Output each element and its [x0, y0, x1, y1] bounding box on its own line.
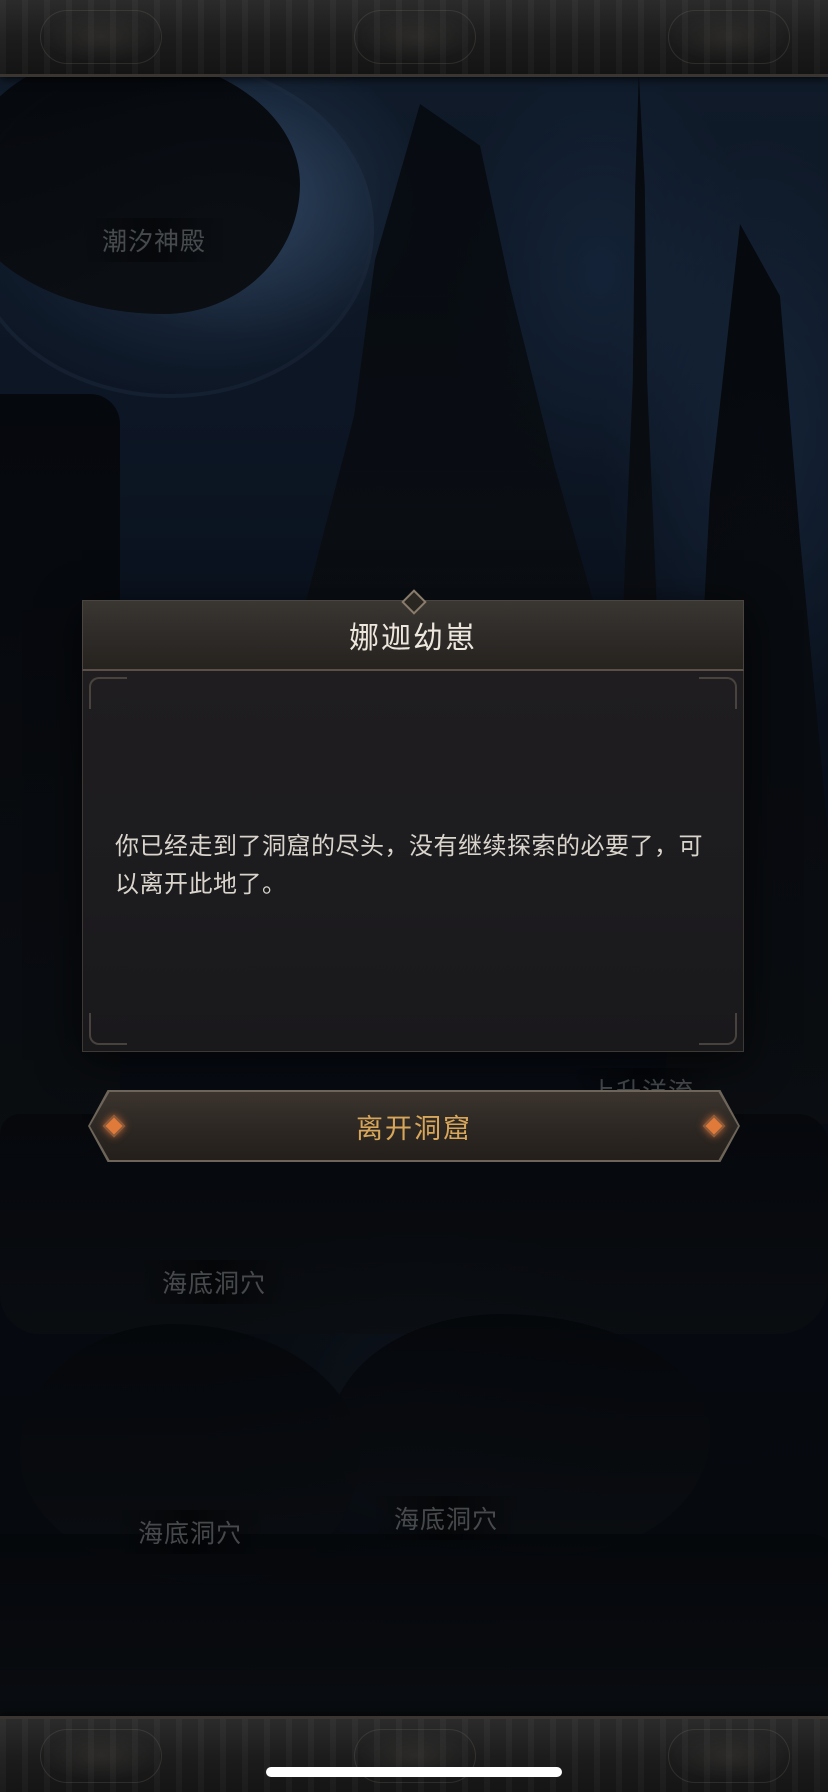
dialog-header: 娜迦幼崽	[82, 589, 744, 671]
corner-ornament	[699, 1013, 737, 1045]
dialog-title: 娜迦幼崽	[349, 621, 477, 656]
top-ornate-frame	[0, 0, 828, 77]
dialog-message: 你已经走到了洞窟的尽头，没有继续探索的必要了，可以离开此地了。	[115, 832, 703, 898]
frame-ornament	[668, 10, 790, 64]
corner-ornament	[89, 677, 127, 709]
frame-ornament	[40, 10, 162, 64]
bottom-ornate-frame	[0, 1716, 828, 1792]
frame-ornament	[668, 1729, 790, 1783]
frame-ornament	[40, 1729, 162, 1783]
leave-cave-label: 离开洞窟	[356, 1113, 472, 1145]
home-indicator[interactable]	[266, 1767, 562, 1777]
game-screen: 潮汐神殿 上升洋流 海底洞穴 海底洞穴 海底洞穴 娜迦幼崽 你已经走到了洞窟的尽…	[0, 0, 828, 1792]
leave-cave-button[interactable]: 离开洞窟	[88, 1090, 740, 1162]
corner-ornament	[89, 1013, 127, 1045]
corner-ornament	[699, 677, 737, 709]
dialog-body: 你已经走到了洞窟的尽头，没有继续探索的必要了，可以离开此地了。	[82, 671, 744, 1052]
frame-ornament	[354, 10, 476, 64]
button-face: 离开洞窟	[90, 1092, 738, 1160]
event-dialog: 娜迦幼崽 你已经走到了洞窟的尽头，没有继续探索的必要了，可以离开此地了。	[82, 589, 744, 1052]
